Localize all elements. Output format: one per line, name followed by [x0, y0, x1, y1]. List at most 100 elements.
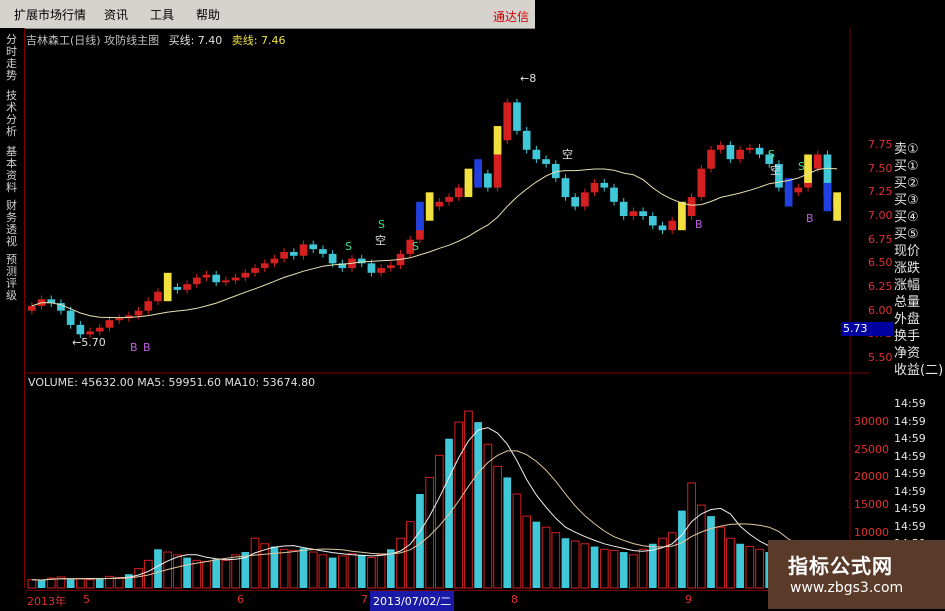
- volume-bar: [445, 438, 453, 588]
- candle-body: [813, 154, 822, 169]
- candle-body: [183, 284, 191, 290]
- signal-buy: B: [130, 341, 138, 354]
- price-tick-label: 6.00: [868, 303, 893, 317]
- tab-forecast[interactable]: 预测评级: [6, 254, 20, 302]
- watermark-title: 指标公式网: [788, 554, 893, 578]
- volume-bar: [629, 554, 638, 589]
- price-tick-label: 5.50: [868, 351, 893, 364]
- candle-body: [435, 201, 444, 207]
- candle-body: [503, 102, 512, 141]
- chart-area[interactable]: [25, 28, 870, 590]
- candle-body: [561, 178, 570, 198]
- volume-bar: [337, 555, 347, 589]
- volume-bar: [376, 554, 386, 589]
- tab-technical[interactable]: 技术分析: [6, 90, 20, 138]
- signal-bar: [416, 201, 424, 231]
- signal-sell: S: [798, 160, 805, 173]
- volume-bar: [503, 477, 512, 588]
- volume-bar: [561, 538, 570, 588]
- ma-lines-group: [31, 167, 838, 319]
- signal-buy: B: [806, 212, 814, 225]
- volume-bar: [212, 559, 221, 588]
- candle-body: [658, 225, 667, 231]
- tab-fundamentals[interactable]: 基本资料: [6, 146, 20, 194]
- volume-bar: [619, 552, 628, 588]
- candle-body: [445, 197, 453, 202]
- volume-bar: [396, 537, 405, 589]
- ma-line: [31, 167, 838, 319]
- candle-body: [367, 263, 376, 273]
- candle-body: [115, 318, 124, 321]
- date-label: 5: [83, 593, 90, 606]
- tick-time: 14:59: [894, 484, 926, 498]
- menu-item-news[interactable]: 资讯: [104, 6, 128, 23]
- volume-bar: [76, 578, 85, 589]
- tick-time: 14:59: [894, 414, 926, 428]
- candle-body: [639, 211, 647, 216]
- tab-intraday[interactable]: 分时走势: [6, 34, 20, 82]
- left-tab-bar: 分时走势 技术分析 基本资料 财务透视 预测评级: [0, 28, 25, 588]
- tick-time: 14:59: [894, 432, 926, 445]
- candle-body: [299, 244, 308, 256]
- date-axis: 2013年 5 6 7 8 9 2013/07/02/二: [25, 590, 895, 611]
- price-tick-label: 6.50: [868, 256, 893, 270]
- candle-body: [755, 147, 764, 155]
- candle-body: [289, 251, 298, 256]
- candle-body: [95, 327, 104, 332]
- volume-tick-label: 15000: [854, 498, 889, 512]
- volume-bar: [202, 560, 211, 589]
- date-label: 7: [361, 593, 368, 606]
- candle-body: [581, 192, 589, 207]
- price-tick-label: 6.25: [868, 280, 893, 293]
- volume-bar: [658, 537, 667, 589]
- price-tick-label: 7.25: [868, 185, 893, 199]
- candle-body: [154, 291, 162, 302]
- candle-body: [648, 216, 657, 226]
- menu-item-tools[interactable]: 工具: [150, 6, 174, 23]
- candle-body: [319, 249, 327, 254]
- menu-item-market[interactable]: 扩展市场行情: [14, 6, 86, 23]
- candle-body: [629, 211, 638, 216]
- low-price-label: ←5.70: [72, 336, 106, 349]
- volume-bar: [580, 543, 590, 589]
- candle-body: [454, 187, 463, 198]
- signal-buy: B: [143, 341, 151, 354]
- date-label: 8: [511, 593, 518, 606]
- candle-body: [241, 272, 250, 278]
- candle-body: [707, 149, 715, 169]
- volume-bar: [328, 557, 337, 588]
- signal-bar: [163, 272, 172, 302]
- volume-bar: [745, 546, 755, 589]
- volume-bar: [299, 548, 308, 588]
- volume-ma-line: [31, 450, 838, 581]
- date-cursor-label: 2013/07/02/二: [370, 591, 455, 611]
- volume-bar: [114, 576, 124, 589]
- tab-financials[interactable]: 财务透视: [6, 200, 20, 248]
- candle-body: [222, 280, 230, 283]
- volume-tick-label: 20000: [854, 470, 889, 484]
- menu-item-help[interactable]: 帮助: [196, 6, 220, 23]
- signal-bar: [784, 178, 793, 207]
- candle-body: [522, 130, 531, 150]
- price-tick-label: 7.50: [868, 161, 893, 175]
- signal-sell: S: [378, 218, 385, 231]
- watermark-url: www.zbgs3.com: [790, 580, 904, 596]
- candle-body: [697, 168, 706, 198]
- volume-bar: [367, 557, 376, 589]
- volume-bar: [609, 549, 619, 589]
- tick-time: 14:59: [894, 502, 926, 515]
- volume-bar: [27, 579, 37, 589]
- tick-time: 14:59: [894, 397, 926, 410]
- tick-time: 14:59: [894, 449, 926, 463]
- candle-body: [251, 268, 259, 273]
- watermark: 指标公式网 www.zbgs3.com: [768, 540, 945, 609]
- high-price-label: ←8: [520, 72, 537, 85]
- volume-bar: [173, 554, 182, 589]
- brand-label: 通达信: [493, 10, 530, 24]
- tick-time: 14:59: [894, 467, 926, 480]
- volume-bar: [357, 554, 366, 588]
- volume-bar: [289, 549, 299, 589]
- candle-body: [716, 145, 725, 150]
- volume-bars-group: [27, 410, 842, 589]
- volume-bar: [221, 559, 231, 589]
